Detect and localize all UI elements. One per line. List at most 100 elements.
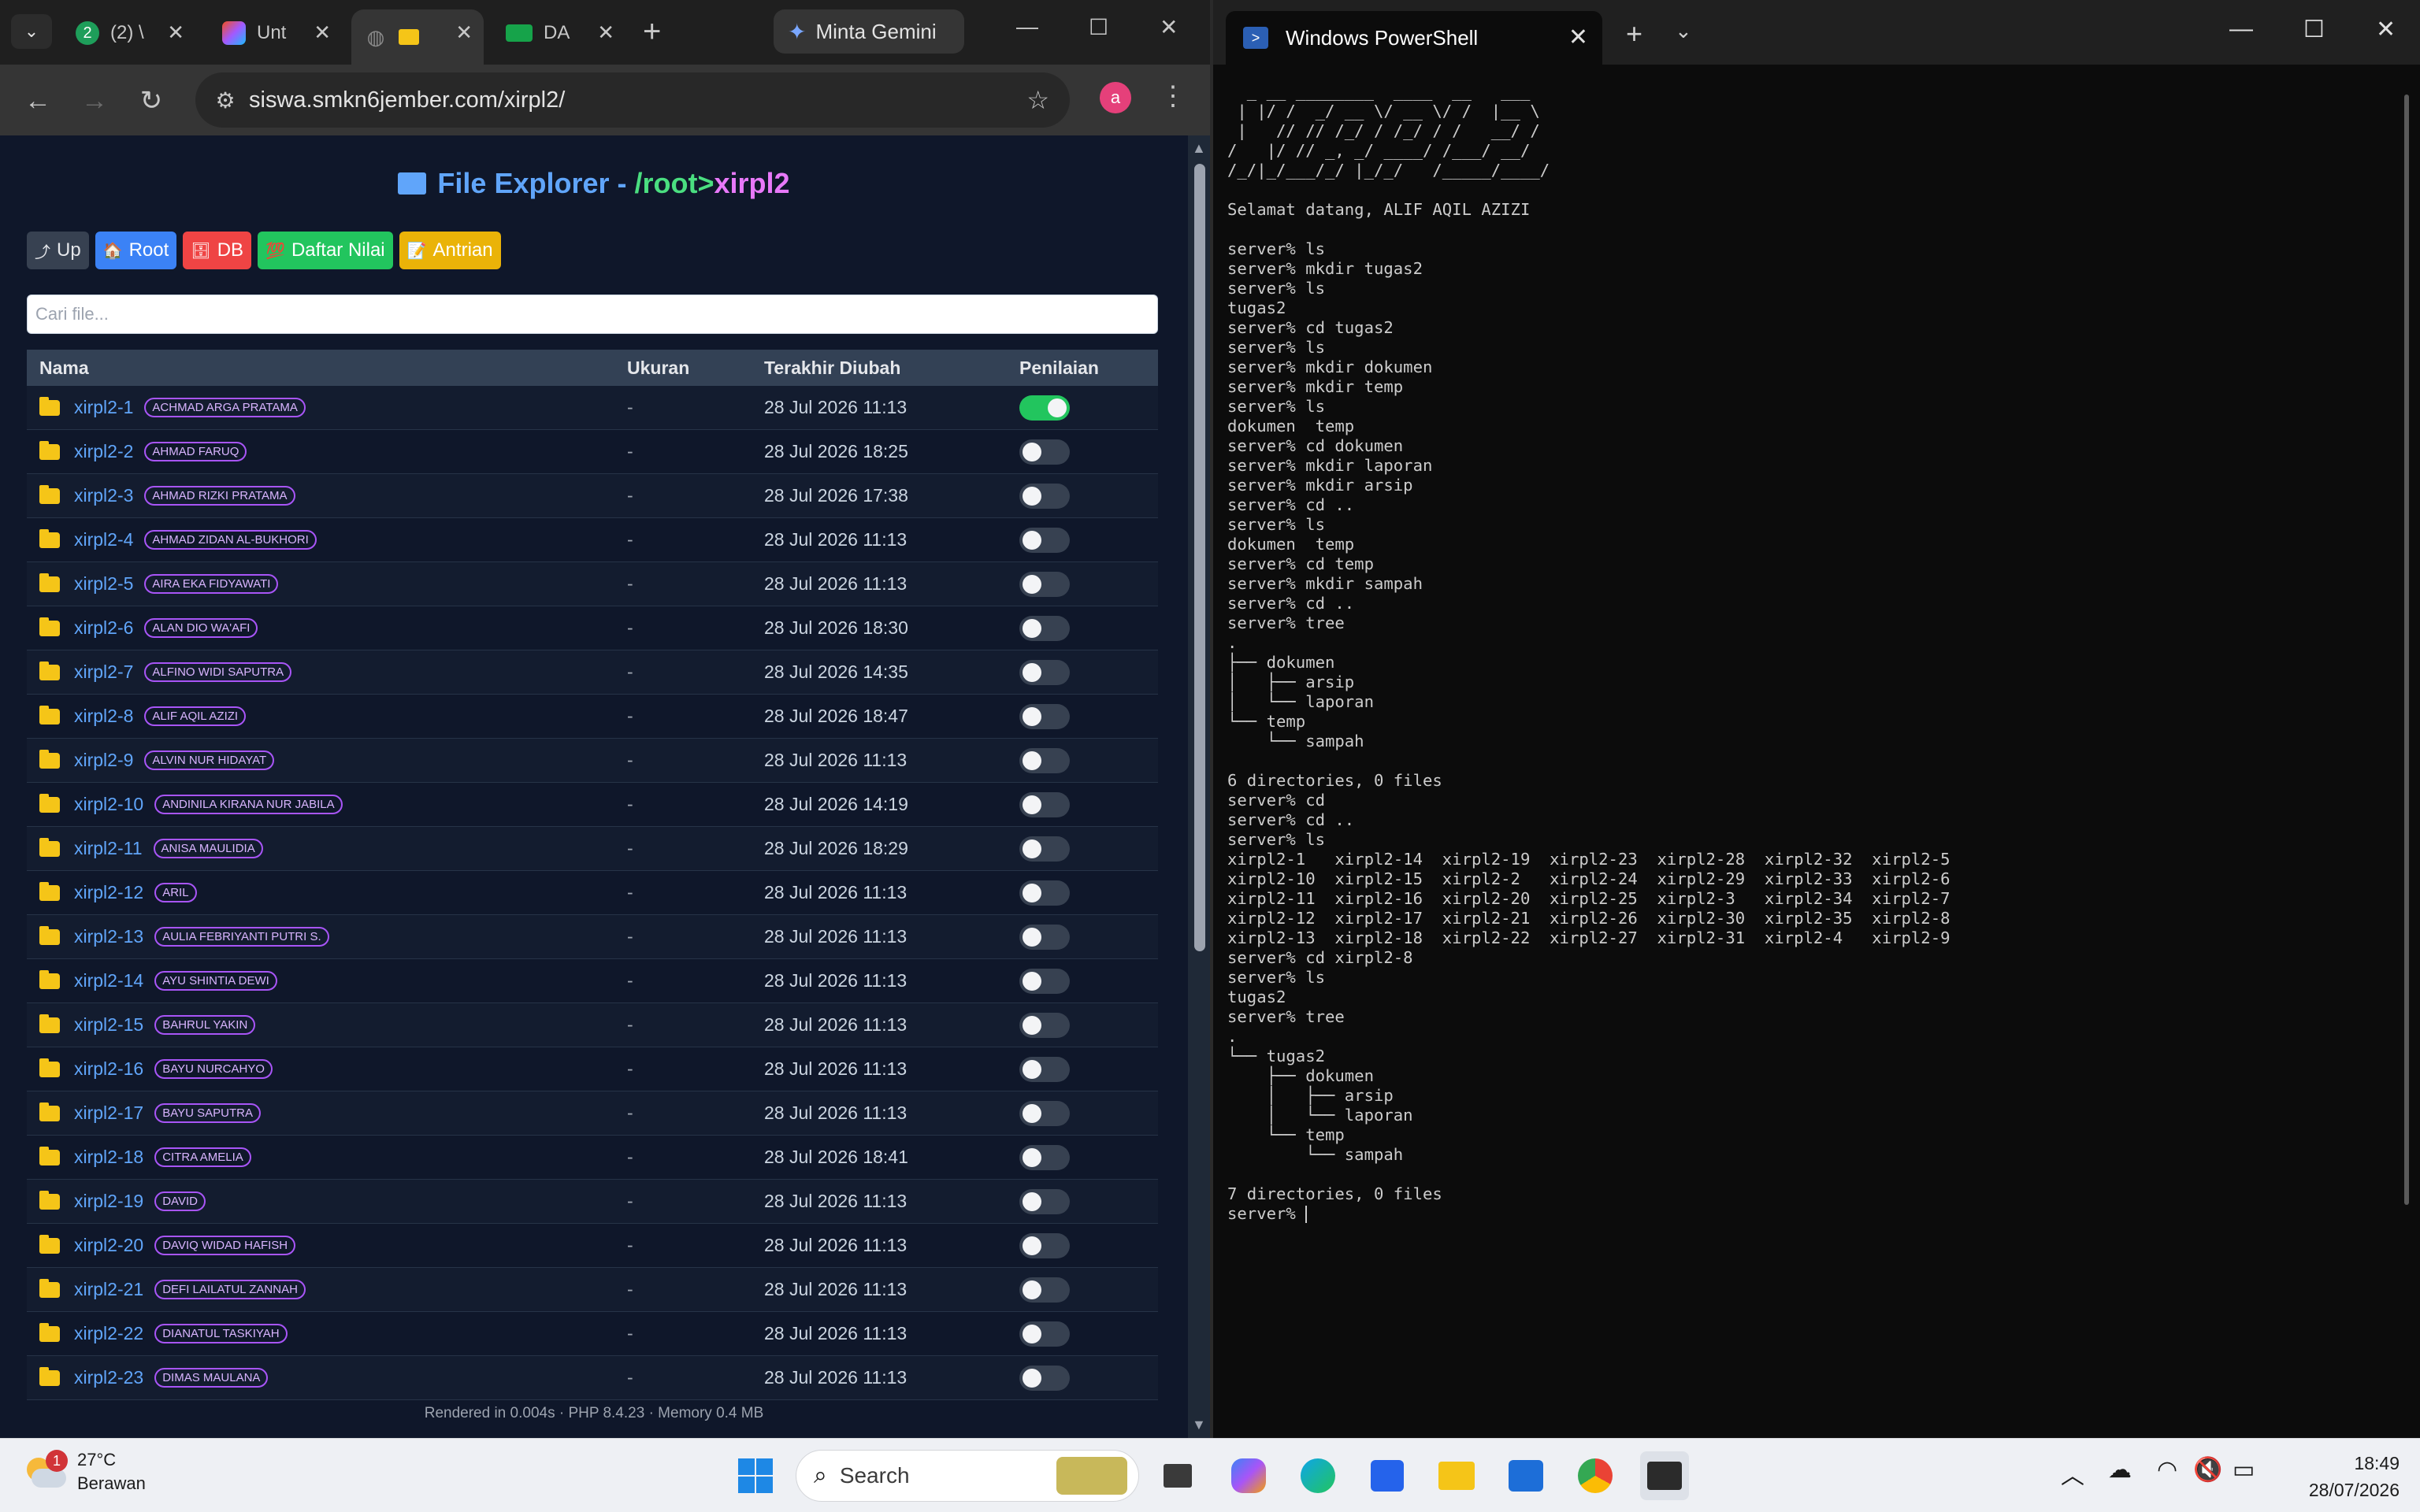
- column-header-modified[interactable]: Terakhir Diubah: [753, 358, 1008, 379]
- scroll-thumb[interactable]: [1194, 164, 1205, 951]
- root-button[interactable]: 🏠 Root: [95, 232, 177, 269]
- page-scrollbar[interactable]: ▲ ▼: [1188, 135, 1210, 1438]
- back-button[interactable]: ←: [19, 82, 57, 120]
- scroll-up-icon[interactable]: ▲: [1192, 140, 1206, 157]
- folder-link[interactable]: xirpl2-22: [74, 1323, 143, 1344]
- forward-button[interactable]: →: [76, 82, 113, 120]
- folder-link[interactable]: xirpl2-21: [74, 1279, 143, 1300]
- grading-toggle[interactable]: [1019, 1232, 1070, 1258]
- minimize-button[interactable]: —: [2229, 16, 2253, 43]
- up-button[interactable]: ⤴ Up: [27, 232, 89, 269]
- table-row[interactable]: xirpl2-13 AULIA FEBRIYANTI PUTRI S. - 28 Ju…: [27, 915, 1158, 959]
- table-row[interactable]: xirpl2-23 DIMAS MAULANA - 28 Jul 2026 11:13: [27, 1356, 1158, 1400]
- grading-toggle[interactable]: [1019, 395, 1070, 421]
- browser-tab-2[interactable]: Unt ✕: [210, 9, 342, 57]
- edge-button[interactable]: [1294, 1451, 1342, 1500]
- copilot-button[interactable]: [1224, 1451, 1273, 1500]
- folder-link[interactable]: xirpl2-5: [74, 573, 133, 595]
- close-icon[interactable]: ✕: [455, 20, 473, 45]
- folder-link[interactable]: xirpl2-13: [74, 926, 143, 947]
- folder-link[interactable]: xirpl2-3: [74, 485, 133, 506]
- table-row[interactable]: xirpl2-21 DEFI LAILATUL ZANNAH - 28 Jul 202…: [27, 1268, 1158, 1312]
- grading-toggle[interactable]: [1019, 615, 1070, 641]
- weather-widget[interactable]: 1 27°C Berawan: [24, 1448, 146, 1495]
- column-header-name[interactable]: Nama: [27, 358, 616, 379]
- folder-link[interactable]: xirpl2-12: [74, 882, 143, 903]
- close-icon[interactable]: ✕: [1568, 24, 1588, 51]
- browser-tab-4[interactable]: DA ✕: [493, 9, 625, 57]
- antrian-button[interactable]: 📝 Antrian: [399, 232, 501, 269]
- folder-link[interactable]: xirpl2-1: [74, 397, 133, 418]
- address-bar[interactable]: ⚙ siswa.smkn6jember.com/xirpl2/ ☆: [195, 72, 1070, 128]
- close-icon[interactable]: ✕: [167, 20, 184, 45]
- maximize-button[interactable]: ☐: [2303, 16, 2325, 43]
- table-row[interactable]: xirpl2-6 ALAN DIO WA'AFI - 28 Jul 2026 18:3…: [27, 606, 1158, 650]
- table-row[interactable]: xirpl2-7 ALFINO WIDI SAPUTRA - 28 Jul 2026 …: [27, 650, 1158, 695]
- scroll-down-icon[interactable]: ▼: [1192, 1417, 1206, 1433]
- grading-toggle[interactable]: [1019, 703, 1070, 729]
- table-row[interactable]: xirpl2-19 DAVID - 28 Jul 2026 11:13: [27, 1180, 1158, 1224]
- chevron-up-icon[interactable]: ︿: [2061, 1456, 2084, 1491]
- table-row[interactable]: xirpl2-15 BAHRUL YAKIN - 28 Jul 2026 11:13: [27, 1003, 1158, 1047]
- profile-avatar[interactable]: a: [1100, 82, 1131, 113]
- breadcrumb-root[interactable]: /root: [635, 167, 698, 199]
- task-view-button[interactable]: [1153, 1451, 1202, 1500]
- folder-link[interactable]: xirpl2-14: [74, 970, 143, 991]
- grading-toggle[interactable]: [1019, 1056, 1070, 1082]
- table-row[interactable]: xirpl2-2 AHMAD FARUQ - 28 Jul 2026 18:25: [27, 430, 1158, 474]
- table-row[interactable]: xirpl2-17 BAYU SAPUTRA - 28 Jul 2026 11:13: [27, 1091, 1158, 1136]
- store-button[interactable]: [1363, 1451, 1412, 1500]
- table-row[interactable]: xirpl2-3 AHMAD RIZKI PRATAMA - 28 Jul 2026 …: [27, 474, 1158, 518]
- folder-link[interactable]: xirpl2-15: [74, 1014, 143, 1036]
- battery-icon[interactable]: ▭: [2233, 1456, 2255, 1484]
- site-info-icon[interactable]: ⚙: [202, 87, 249, 113]
- folder-link[interactable]: xirpl2-2: [74, 441, 133, 462]
- grading-toggle[interactable]: [1019, 747, 1070, 773]
- close-window-button[interactable]: ✕: [1160, 14, 1178, 40]
- close-icon[interactable]: ✕: [597, 20, 614, 45]
- table-row[interactable]: xirpl2-20 DAVIQ WIDAD HAFISH - 28 Jul 2026 …: [27, 1224, 1158, 1268]
- column-header-size[interactable]: Ukuran: [616, 358, 753, 379]
- minimize-button[interactable]: —: [1016, 14, 1038, 39]
- folder-link[interactable]: xirpl2-7: [74, 662, 133, 683]
- new-tab-button[interactable]: +: [643, 14, 661, 49]
- table-row[interactable]: xirpl2-5 AIRA EKA FIDYAWATI - 28 Jul 2026 1…: [27, 562, 1158, 606]
- folder-link[interactable]: xirpl2-16: [74, 1058, 143, 1080]
- table-row[interactable]: xirpl2-12 ARIL - 28 Jul 2026 11:13: [27, 871, 1158, 915]
- folder-link[interactable]: xirpl2-8: [74, 706, 133, 727]
- tab-search-button[interactable]: ⌄: [11, 14, 52, 49]
- grading-toggle[interactable]: [1019, 968, 1070, 994]
- grading-toggle[interactable]: [1019, 791, 1070, 817]
- grading-toggle[interactable]: [1019, 483, 1070, 509]
- gemini-button[interactable]: ✦ Minta Gemini: [774, 9, 964, 54]
- cloud-off-icon[interactable]: ☁: [2108, 1456, 2132, 1484]
- table-row[interactable]: xirpl2-1 ACHMAD ARGA PRATAMA - 28 Jul 2026 …: [27, 386, 1158, 430]
- folder-link[interactable]: xirpl2-18: [74, 1147, 143, 1168]
- close-icon[interactable]: ✕: [314, 20, 331, 45]
- folder-link[interactable]: xirpl2-9: [74, 750, 133, 771]
- table-row[interactable]: xirpl2-14 AYU SHINTIA DEWI - 28 Jul 2026 11…: [27, 959, 1158, 1003]
- table-row[interactable]: xirpl2-18 CITRA AMELIA - 28 Jul 2026 18:41: [27, 1136, 1158, 1180]
- reload-button[interactable]: ↻: [132, 82, 170, 120]
- grading-toggle[interactable]: [1019, 836, 1070, 862]
- clock[interactable]: 18:49 28/07/2026: [2289, 1450, 2400, 1503]
- grading-toggle[interactable]: [1019, 1365, 1070, 1391]
- file-explorer-button[interactable]: [1432, 1451, 1481, 1500]
- grading-toggle[interactable]: [1019, 1144, 1070, 1170]
- terminal-tab[interactable]: > Windows PowerShell ✕: [1226, 11, 1602, 65]
- grading-toggle[interactable]: [1019, 439, 1070, 465]
- table-row[interactable]: xirpl2-11 ANISA MAULIDIA - 28 Jul 2026 18:2…: [27, 827, 1158, 871]
- grading-toggle[interactable]: [1019, 1321, 1070, 1347]
- terminal-button[interactable]: [1640, 1451, 1689, 1500]
- terminal-output[interactable]: _ __ ________ ____ __ ___ | |/ / _/ __ \…: [1227, 82, 2393, 1421]
- close-window-button[interactable]: ✕: [2376, 16, 2396, 43]
- wifi-icon[interactable]: ◠: [2157, 1456, 2177, 1484]
- start-button[interactable]: [731, 1451, 780, 1500]
- folder-link[interactable]: xirpl2-11: [74, 838, 143, 859]
- daftar-nilai-button[interactable]: 💯 Daftar Nilai: [258, 232, 393, 269]
- table-row[interactable]: xirpl2-22 DIANATUL TASKIYAH - 28 Jul 2026 1…: [27, 1312, 1158, 1356]
- star-icon[interactable]: ☆: [1026, 85, 1049, 115]
- table-row[interactable]: xirpl2-4 AHMAD ZIDAN AL-BUKHORI - 28 Jul 20…: [27, 518, 1158, 562]
- folder-link[interactable]: xirpl2-6: [74, 617, 133, 639]
- table-row[interactable]: xirpl2-9 ALVIN NUR HIDAYAT - 28 Jul 2026 11…: [27, 739, 1158, 783]
